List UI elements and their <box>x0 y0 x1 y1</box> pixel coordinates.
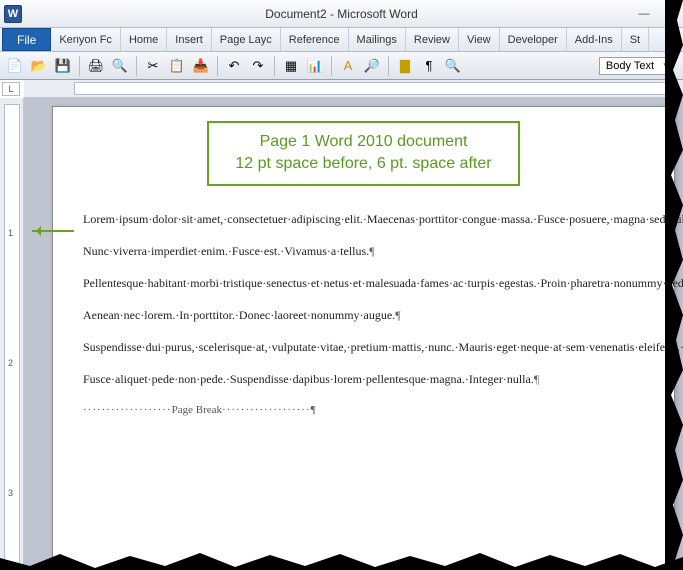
separator <box>388 56 389 76</box>
chart-icon[interactable]: 📊 <box>304 55 326 77</box>
separator <box>217 56 218 76</box>
paragraph[interactable]: Fusce·aliquet·pede·non·pede.·Suspendisse… <box>83 370 644 388</box>
new-doc-icon[interactable]: 📄 <box>4 55 26 77</box>
document-area: 1 2 3 Page 1 Word 2010 document 12 pt sp… <box>0 98 683 570</box>
page-viewport[interactable]: Page 1 Word 2010 document 12 pt space be… <box>24 98 683 570</box>
ruler-mark: 3 <box>8 488 13 498</box>
cut-icon[interactable]: ✂ <box>142 55 164 77</box>
word-app-icon: W <box>4 5 22 23</box>
annotation-arrow-icon <box>32 230 74 232</box>
horizontal-ruler[interactable] <box>24 80 683 98</box>
table-icon[interactable]: ▦ <box>280 55 302 77</box>
style-icon[interactable]: A <box>337 55 359 77</box>
ribbon-tab[interactable]: Mailings <box>349 28 406 51</box>
undo-icon[interactable]: ↶ <box>223 55 245 77</box>
minimize-button[interactable]: — <box>635 7 653 21</box>
find-icon[interactable]: 🔎 <box>361 55 383 77</box>
file-tab[interactable]: File <box>2 28 51 51</box>
window-controls: — □ <box>635 7 679 21</box>
zoom-icon[interactable]: 🔍 <box>442 55 464 77</box>
ribbon-tab[interactable]: Developer <box>500 28 567 51</box>
preview-icon[interactable]: 🔍 <box>109 55 131 77</box>
callout-line: Page 1 Word 2010 document <box>235 131 491 153</box>
page-break-marker: ···················Page Break···········… <box>83 402 644 419</box>
ribbon-tab[interactable]: Home <box>121 28 167 51</box>
ruler-mark: 2 <box>8 358 13 368</box>
maximize-button[interactable]: □ <box>661 7 679 21</box>
paragraph[interactable]: Pellentesque·habitant·morbi·tristique·se… <box>83 274 644 292</box>
separator <box>136 56 137 76</box>
ribbon-tab[interactable]: Add-Ins <box>567 28 622 51</box>
document-page[interactable]: Page 1 Word 2010 document 12 pt space be… <box>52 106 675 570</box>
ribbon-tab[interactable]: Insert <box>167 28 212 51</box>
copy-icon[interactable]: 📋 <box>166 55 188 77</box>
save-icon[interactable]: 💾 <box>52 55 74 77</box>
ribbon-tab[interactable]: Page Layc <box>212 28 281 51</box>
paste-icon[interactable]: 📥 <box>190 55 212 77</box>
separator <box>331 56 332 76</box>
ruler-corner[interactable]: L <box>2 82 20 96</box>
ruler-mark: 1 <box>8 228 13 238</box>
redo-icon[interactable]: ↷ <box>247 55 269 77</box>
pilcrow-icon[interactable]: ¶ <box>418 55 440 77</box>
paragraph[interactable]: Suspendisse·dui·purus,·scelerisque·at,·v… <box>83 338 644 356</box>
ribbon-tabs: File Kenyon Fc Home Insert Page Layc Ref… <box>0 28 683 52</box>
separator <box>79 56 80 76</box>
ribbon-tab[interactable]: View <box>459 28 500 51</box>
paragraph[interactable]: Aenean·nec·lorem.·In·porttitor.·Donec·la… <box>83 306 644 324</box>
titlebar: W Document2 - Microsoft Word — □ <box>0 0 683 28</box>
window-title: Document2 - Microsoft Word <box>265 7 418 21</box>
ribbon-tab[interactable]: Reference <box>281 28 349 51</box>
ribbon-tab[interactable]: Kenyon Fc <box>51 28 121 51</box>
separator <box>274 56 275 76</box>
quick-access-toolbar: 📄 📂 💾 🖨 🔍 ✂ 📋 📥 ↶ ↷ ▦ 📊 A 🔎 ▇ ¶ 🔍 Body T… <box>0 52 683 80</box>
annotation-callout: Page 1 Word 2010 document 12 pt space be… <box>207 121 519 186</box>
vertical-ruler[interactable]: 1 2 3 <box>0 98 24 570</box>
style-selector[interactable]: Body Text <box>599 57 673 75</box>
ribbon-tab[interactable]: St <box>622 28 649 51</box>
open-icon[interactable]: 📂 <box>28 55 50 77</box>
paragraph[interactable]: Lorem·ipsum·dolor·sit·amet,·consectetuer… <box>83 210 644 228</box>
ribbon-tab[interactable]: Review <box>406 28 459 51</box>
callout-line: 12 pt space before, 6 pt. space after <box>235 153 491 175</box>
paragraph[interactable]: Nunc·viverra·imperdiet·enim.·Fusce·est.·… <box>83 242 644 260</box>
print-icon[interactable]: 🖨 <box>85 55 107 77</box>
highlight-icon[interactable]: ▇ <box>394 55 416 77</box>
document-body[interactable]: Lorem·ipsum·dolor·sit·amet,·consectetuer… <box>83 210 644 419</box>
